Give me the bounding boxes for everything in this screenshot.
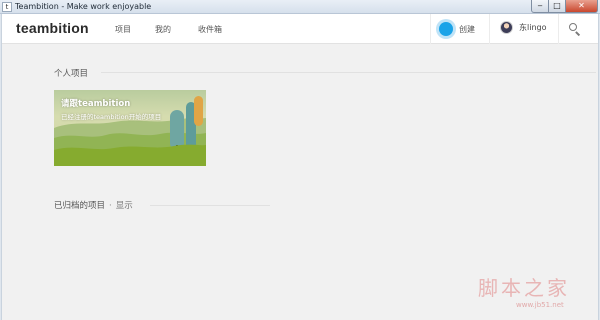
project-card[interactable]: 请跟teambition 已经注册的teambition开始的项目 [54, 90, 206, 166]
watermark-url: www.jb51.net [516, 301, 564, 309]
nav-item-mine[interactable]: 我的 [155, 24, 171, 35]
plus-circle-icon [439, 22, 453, 36]
teambition-logo[interactable]: teambition [16, 20, 89, 36]
user-name: 东lingo [519, 23, 547, 32]
watermark-text: 脚本之家 [478, 276, 570, 300]
nav-item-projects[interactable]: 项目 [115, 24, 131, 35]
project-card-title: 请跟teambition [61, 99, 131, 109]
show-archived-link[interactable]: 显示 [116, 201, 133, 211]
top-navbar: teambition 项目 我的 收件箱 创建 东lingo [2, 14, 598, 44]
minimize-button[interactable]: ‒ [531, 0, 549, 13]
create-button[interactable]: 创建 [439, 19, 475, 39]
section-divider [101, 72, 596, 73]
nav-item-inbox[interactable]: 收件箱 [198, 24, 222, 35]
separator-dot: · [109, 201, 112, 211]
window-controls: ‒ □ ✕ [531, 0, 598, 13]
section-divider [150, 205, 270, 206]
app-icon: t [2, 2, 12, 12]
search-button[interactable] [568, 22, 582, 36]
maximize-button[interactable]: □ [549, 0, 566, 13]
window-titlebar: t Teambition - Make work enjoyable ‒ □ ✕ [0, 0, 600, 14]
watermark: 脚本之家 www.jb51.net [478, 272, 598, 312]
close-button[interactable]: ✕ [566, 0, 598, 13]
avatar [500, 21, 513, 34]
user-menu[interactable]: 东lingo [500, 21, 547, 34]
archived-projects-row: 已归档的项目 · 显示 [54, 199, 133, 211]
personal-projects-heading: 个人项目 [54, 69, 89, 79]
project-card-subtitle: 已经注册的teambition开始的项目 [61, 113, 162, 121]
navbar-divider [558, 14, 559, 44]
window-title: Teambition - Make work enjoyable [15, 2, 152, 11]
navbar-divider [430, 14, 431, 44]
create-label: 创建 [459, 24, 475, 34]
navbar-divider [489, 14, 490, 44]
archived-projects-label: 已归档的项目 [54, 201, 106, 211]
